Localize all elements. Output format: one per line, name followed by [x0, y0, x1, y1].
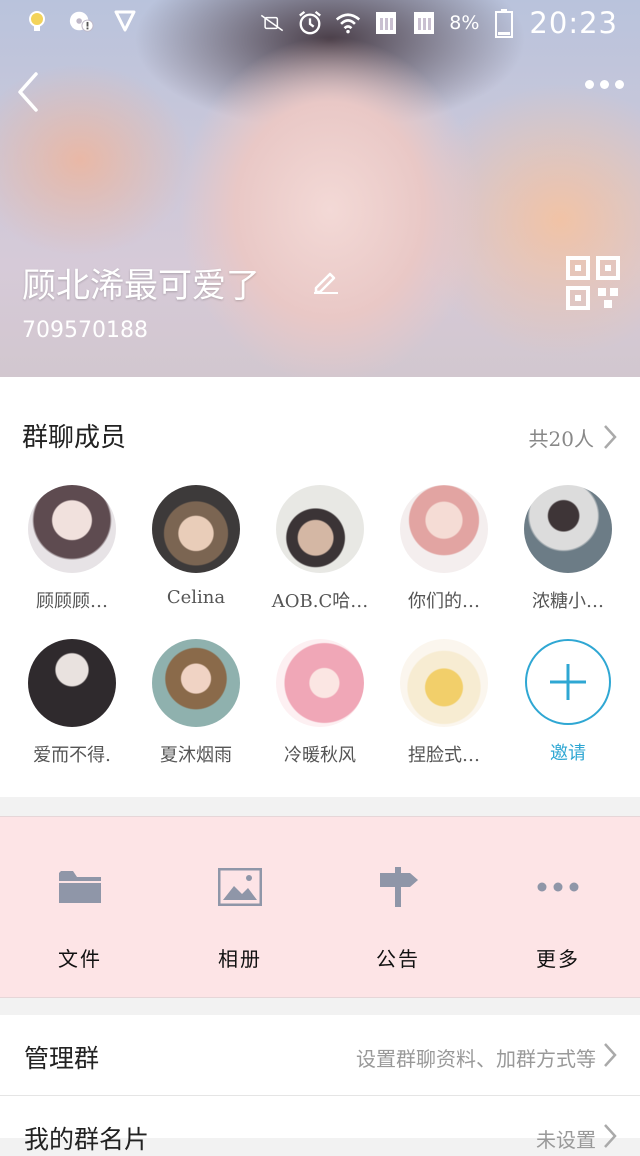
status-bar: 8% 20:23	[0, 0, 640, 48]
more-icon	[498, 857, 618, 917]
avatar	[400, 485, 488, 573]
battery-percent: 8%	[449, 12, 480, 34]
invite-button[interactable]: 邀请	[506, 639, 630, 765]
battery-icon	[491, 9, 517, 38]
back-button[interactable]	[14, 70, 44, 114]
members-title: 群聊成员	[22, 423, 127, 453]
avatar	[400, 639, 488, 727]
chevron-left-icon	[18, 72, 38, 112]
my-group-card-title: 我的群名片	[24, 1125, 150, 1154]
member-item[interactable]: 夏沐烟雨	[134, 639, 258, 767]
announcement-button[interactable]: 公告	[338, 857, 458, 972]
avatar	[276, 639, 364, 727]
files-button[interactable]: 文件	[20, 857, 140, 972]
my-group-card-row[interactable]: 我的群名片 未设置	[0, 1096, 640, 1154]
qr-code-icon[interactable]	[566, 256, 620, 310]
group-id: 709570188	[22, 318, 148, 343]
member-item[interactable]: Celina	[134, 485, 258, 608]
alarm-icon	[297, 10, 323, 36]
member-name: 夏沐烟雨	[160, 745, 232, 766]
members-count[interactable]: 共20人	[529, 423, 594, 452]
members-section: 群聊成员 共20人 顾顾顾… Celina AOB.C哈… 你们的… 浓糖小… …	[0, 377, 640, 797]
more-label: 更多	[536, 947, 580, 971]
avatar	[524, 485, 612, 573]
member-name: 浓糖小…	[532, 591, 604, 612]
member-name: Celina	[166, 587, 226, 608]
disc-alert-icon	[68, 8, 94, 34]
member-item[interactable]: 冷暖秋风	[258, 639, 382, 767]
member-item[interactable]: 顾顾顾…	[10, 485, 134, 613]
manage-group-value: 设置群聊资料、加群方式等	[356, 1047, 596, 1071]
announcement-label: 公告	[376, 947, 420, 971]
member-name: 顾顾顾…	[36, 591, 108, 612]
folder-icon	[20, 857, 140, 917]
clock: 20:23	[529, 6, 618, 40]
shield-icon	[112, 8, 138, 34]
member-name: 爱而不得.	[33, 745, 111, 766]
my-group-card-value: 未设置	[536, 1128, 596, 1152]
quick-actions: 文件 相册 公告 更多	[0, 816, 640, 998]
member-item[interactable]: 你们的…	[382, 485, 506, 613]
manage-group-row[interactable]: 管理群 设置群聊资料、加群方式等	[0, 1015, 640, 1096]
group-header: 8% 20:23 顾北浠最可爱了 709570188	[0, 0, 640, 377]
sim1-icon	[373, 10, 399, 36]
notification-bulb-icon	[24, 8, 50, 34]
member-item[interactable]: 捏脸式…	[382, 639, 506, 767]
avatar	[28, 639, 116, 727]
image-icon	[180, 857, 300, 917]
member-item[interactable]: 浓糖小…	[506, 485, 630, 613]
group-name: 顾北浠最可爱了	[22, 266, 260, 306]
album-button[interactable]: 相册	[180, 857, 300, 972]
chevron-right-icon[interactable]	[602, 423, 618, 451]
member-item[interactable]: 爱而不得.	[10, 639, 134, 767]
sim2-icon	[411, 10, 437, 36]
signpost-icon	[338, 857, 458, 917]
member-name: AOB.C哈…	[271, 591, 369, 612]
edit-name-icon[interactable]	[312, 268, 338, 294]
member-name: 捏脸式…	[408, 745, 480, 766]
invite-label: 邀请	[550, 743, 586, 764]
more-actions-button[interactable]: 更多	[498, 857, 618, 972]
more-options-button[interactable]	[585, 80, 624, 89]
avatar	[152, 639, 240, 727]
member-item[interactable]: AOB.C哈…	[258, 485, 382, 613]
manage-group-title: 管理群	[24, 1044, 100, 1073]
files-label: 文件	[58, 947, 102, 971]
chevron-right-icon	[604, 1043, 617, 1067]
avatar	[276, 485, 364, 573]
chevron-right-icon	[604, 1124, 617, 1148]
avatar	[152, 485, 240, 573]
add-icon	[525, 639, 611, 725]
wifi-icon	[335, 10, 361, 36]
album-label: 相册	[218, 947, 262, 971]
member-name: 你们的…	[408, 591, 480, 612]
avatar	[28, 485, 116, 573]
member-name: 冷暖秋风	[284, 745, 356, 766]
mute-icon	[259, 10, 285, 36]
